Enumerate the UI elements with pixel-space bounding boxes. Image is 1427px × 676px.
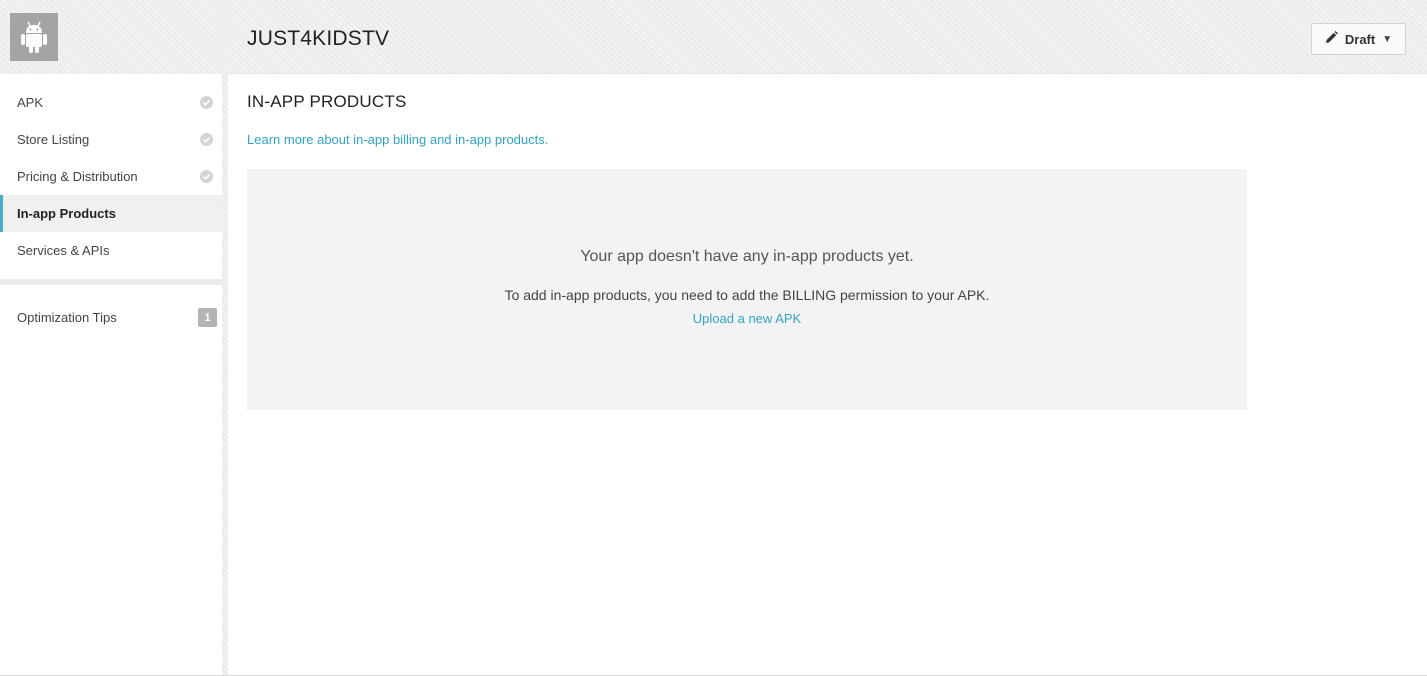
sidebar-item-in-app-products[interactable]: In-app Products xyxy=(0,195,222,232)
empty-state-heading: Your app doesn't have any in-app product… xyxy=(580,248,914,265)
learn-more-link[interactable]: Learn more about in-app billing and in-a… xyxy=(247,132,548,147)
check-circle-icon xyxy=(200,96,213,109)
sidebar-item-label: Store Listing xyxy=(17,132,90,147)
sidebar-item-services-apis[interactable]: Services & APIs xyxy=(0,232,222,269)
check-circle-icon xyxy=(200,170,213,183)
app-title: JUST4KIDSTV xyxy=(247,27,390,50)
sidebar-item-label: Services & APIs xyxy=(17,243,110,258)
empty-state-message: To add in-app products, you need to add … xyxy=(504,287,990,303)
sidebar-item-label: In-app Products xyxy=(17,206,116,221)
empty-state-panel: Your app doesn't have any in-app product… xyxy=(247,169,1247,410)
caret-down-icon: ▼ xyxy=(1382,33,1393,45)
sidebar-item-apk[interactable]: APK xyxy=(0,84,222,121)
draft-status-button[interactable]: Draft ▼ xyxy=(1311,23,1406,55)
draft-label: Draft xyxy=(1344,31,1376,47)
upload-apk-link-row: Upload a new APK xyxy=(247,311,1247,326)
page-title: IN-APP PRODUCTS xyxy=(247,92,407,111)
sidebar-item-pricing-distribution[interactable]: Pricing & Distribution xyxy=(0,158,222,195)
app-logo-area xyxy=(0,0,222,74)
pencil-icon xyxy=(1325,31,1338,47)
sidebar-item-store-listing[interactable]: Store Listing xyxy=(0,121,222,158)
sidebar-nav: APK Store Listing Pricing & Distribution… xyxy=(0,74,222,336)
sidebar-item-optimization-tips[interactable]: Optimization Tips 1 xyxy=(0,299,222,336)
sidebar-item-label: Optimization Tips xyxy=(17,310,117,325)
sidebar-item-label: APK xyxy=(17,95,44,110)
app-header: JUST4KIDSTV Draft ▼ xyxy=(228,0,1427,74)
sidebar-divider xyxy=(0,279,222,285)
sidebar-item-label: Pricing & Distribution xyxy=(17,169,138,184)
android-icon xyxy=(10,13,58,61)
sidebar-gutter xyxy=(222,0,228,676)
check-circle-icon xyxy=(200,133,213,146)
count-badge: 1 xyxy=(198,308,217,327)
upload-apk-link[interactable]: Upload a new APK xyxy=(693,311,801,326)
